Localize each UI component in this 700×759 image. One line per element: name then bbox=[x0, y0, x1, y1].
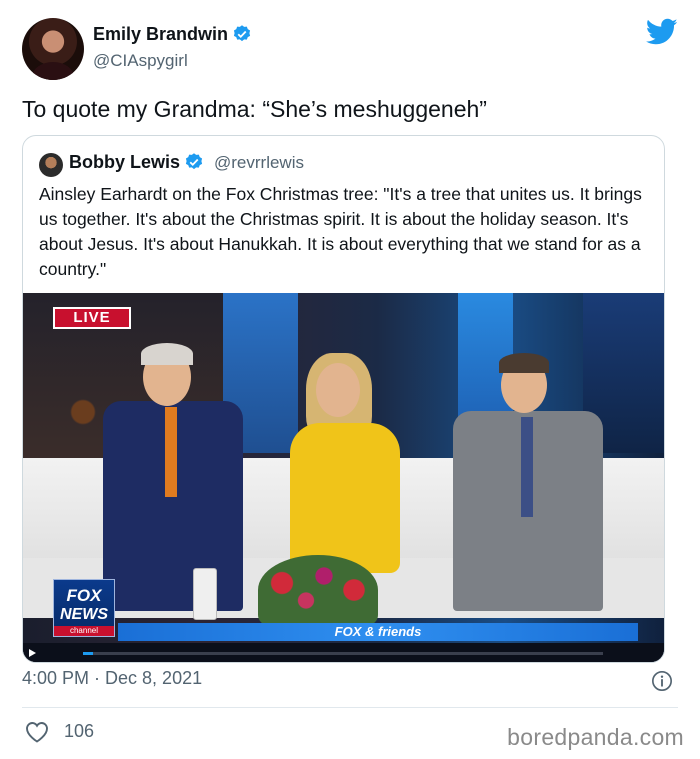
video-player[interactable]: LIVE FOX NEWS channel FOX & friends bbox=[23, 293, 664, 662]
author-name[interactable]: Emily Brandwin bbox=[93, 24, 228, 44]
heart-icon[interactable] bbox=[25, 721, 49, 743]
quoted-author-handle[interactable]: @revrrlewis bbox=[214, 153, 304, 173]
host-tie bbox=[165, 407, 177, 497]
play-icon[interactable] bbox=[29, 649, 36, 657]
network-logo-line1: FOX bbox=[66, 586, 102, 605]
like-count[interactable]: 106 bbox=[64, 721, 94, 742]
host-body bbox=[290, 423, 400, 573]
network-logo-line2: NEWS bbox=[60, 606, 108, 623]
host-hair bbox=[499, 353, 549, 373]
host-head bbox=[316, 363, 360, 417]
twitter-bird-icon[interactable] bbox=[646, 18, 678, 46]
show-name: FOX & friends bbox=[334, 624, 422, 639]
author-handle[interactable]: @CIAspygirl bbox=[93, 51, 188, 71]
author-avatar[interactable] bbox=[22, 18, 84, 80]
quoted-author-name-row[interactable]: Bobby Lewis bbox=[69, 152, 204, 173]
lower-third-banner: FOX & friends bbox=[118, 623, 638, 641]
tweet-text: To quote my Grandma: “She’s meshuggeneh” bbox=[22, 96, 487, 122]
live-badge: LIVE bbox=[53, 307, 131, 329]
host-tie bbox=[521, 417, 533, 517]
video-controls bbox=[23, 643, 664, 662]
tweet-timestamp[interactable]: 4:00 PM · Dec 8, 2021 bbox=[22, 668, 202, 689]
watermark: boredpanda.com bbox=[507, 724, 684, 750]
quoted-author-avatar[interactable] bbox=[39, 153, 63, 177]
avatar-figure bbox=[32, 62, 74, 80]
flower-arrangement bbox=[258, 555, 378, 625]
network-logo-line3: channel bbox=[54, 626, 114, 636]
host-right bbox=[453, 353, 603, 623]
verified-badge-icon bbox=[185, 153, 203, 170]
host-left bbox=[103, 343, 263, 623]
video-progress-fill bbox=[83, 652, 94, 655]
tweet-card: Emily Brandwin @CIAspygirl To quote my G… bbox=[0, 0, 700, 759]
video-progress-bar[interactable] bbox=[83, 652, 603, 655]
quoted-tweet-text: Ainsley Earhardt on the Fox Christmas tr… bbox=[39, 184, 642, 279]
host-hair bbox=[141, 343, 193, 365]
info-icon[interactable] bbox=[651, 670, 673, 692]
verified-badge-icon bbox=[233, 25, 251, 42]
quoted-author-name[interactable]: Bobby Lewis bbox=[69, 152, 180, 172]
network-logo: FOX NEWS channel bbox=[53, 579, 115, 637]
quoted-tweet[interactable]: Bobby Lewis @revrrlewis Ainsley Earhardt… bbox=[22, 135, 665, 663]
author-name-row[interactable]: Emily Brandwin bbox=[93, 24, 252, 45]
divider bbox=[22, 707, 678, 708]
coffee-cup bbox=[193, 568, 217, 620]
